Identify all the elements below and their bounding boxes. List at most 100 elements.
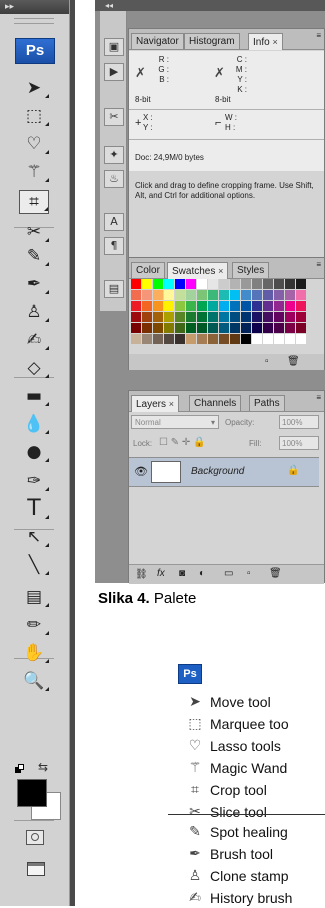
paragraph-panel-icon[interactable]: ¶: [104, 237, 124, 255]
toolbox-collapse-icon[interactable]: ▸▸: [0, 0, 69, 14]
color-swatch[interactable]: [285, 323, 295, 333]
color-swatch[interactable]: [186, 334, 196, 344]
color-swatch[interactable]: [208, 279, 218, 289]
color-swatch[interactable]: [197, 301, 207, 311]
trash-icon[interactable]: 🗑: [269, 568, 282, 579]
tab-color[interactable]: Color: [131, 262, 165, 278]
clone-source-icon[interactable]: ♨: [104, 170, 124, 188]
quick-mask-icon[interactable]: [26, 830, 44, 845]
color-swatch[interactable]: [175, 312, 185, 322]
tab-histogram[interactable]: Histogram: [184, 33, 240, 49]
color-swatch[interactable]: [142, 290, 152, 300]
color-swatch[interactable]: [230, 323, 240, 333]
adjustment-layer-icon[interactable]: ◐: [199, 568, 205, 579]
color-swatch[interactable]: [296, 323, 306, 333]
color-swatch[interactable]: [153, 301, 163, 311]
eye-icon[interactable]: 👁: [134, 465, 148, 478]
color-swatch[interactable]: [252, 301, 262, 311]
color-swatch[interactable]: [164, 279, 174, 289]
color-swatch[interactable]: [175, 301, 185, 311]
history-brush-icon[interactable]: ✍: [19, 328, 49, 352]
panels-dock-header[interactable]: ◂◂: [95, 0, 325, 11]
color-swatch[interactable]: [285, 279, 295, 289]
color-swatch[interactable]: [296, 334, 306, 344]
blend-mode-select[interactable]: Normal ▾: [131, 415, 219, 429]
character-panel-icon[interactable]: A: [104, 213, 124, 231]
foreground-color-swatch[interactable]: [17, 779, 47, 807]
color-swatch[interactable]: [186, 323, 196, 333]
color-swatch[interactable]: [219, 279, 229, 289]
panel-menu-icon[interactable]: ≡: [316, 393, 321, 402]
type-tool-icon[interactable]: T: [19, 497, 49, 521]
tab-navigator[interactable]: Navigator: [131, 33, 184, 49]
close-icon[interactable]: ×: [169, 399, 174, 409]
dodge-tool-icon[interactable]: ●: [19, 440, 49, 464]
swap-colors-icon[interactable]: ⇆: [38, 760, 48, 774]
color-swatch[interactable]: [263, 301, 273, 311]
tab-info[interactable]: Info ×: [248, 33, 283, 50]
brushes-panel-icon[interactable]: ✦: [104, 146, 124, 164]
tab-swatches[interactable]: Swatches ×: [167, 262, 229, 279]
color-swatch[interactable]: [263, 312, 273, 322]
color-swatch[interactable]: [230, 279, 240, 289]
color-swatch[interactable]: [142, 312, 152, 322]
magic-wand-icon[interactable]: ⚚: [19, 160, 49, 184]
color-swatch[interactable]: [285, 334, 295, 344]
layer-style-icon[interactable]: fx: [157, 568, 165, 579]
color-swatch[interactable]: [252, 290, 262, 300]
color-swatch[interactable]: [219, 334, 229, 344]
color-swatch[interactable]: [197, 279, 207, 289]
color-swatch[interactable]: [296, 290, 306, 300]
brush-tool-icon[interactable]: ✒: [19, 272, 49, 296]
slice-tool-icon[interactable]: ✂: [19, 220, 49, 244]
screen-mode-icon[interactable]: [27, 862, 45, 876]
color-swatch[interactable]: [241, 323, 251, 333]
color-swatch[interactable]: [153, 323, 163, 333]
color-swatch[interactable]: [296, 279, 306, 289]
tab-layers[interactable]: Layers ×: [131, 395, 180, 412]
color-swatch[interactable]: [219, 301, 229, 311]
fill-field[interactable]: 100%: [279, 436, 319, 450]
color-swatch[interactable]: [230, 301, 240, 311]
history-panel-icon[interactable]: ▶: [104, 63, 124, 81]
color-swatch[interactable]: [142, 301, 152, 311]
default-colors-icon[interactable]: [15, 764, 25, 774]
color-swatch[interactable]: [230, 290, 240, 300]
color-swatch[interactable]: [241, 279, 251, 289]
color-swatch[interactable]: [197, 312, 207, 322]
color-swatch[interactable]: [296, 312, 306, 322]
color-swatch[interactable]: [274, 279, 284, 289]
color-swatch[interactable]: [153, 334, 163, 344]
color-swatch[interactable]: [274, 334, 284, 344]
tab-channels[interactable]: Channels: [189, 395, 242, 411]
color-swatch[interactable]: [230, 334, 240, 344]
color-swatch[interactable]: [208, 301, 218, 311]
color-swatch[interactable]: [274, 301, 284, 311]
trash-icon[interactable]: 🗑: [287, 356, 300, 367]
color-swatch[interactable]: [219, 323, 229, 333]
color-swatch[interactable]: [175, 323, 185, 333]
color-swatch[interactable]: [186, 312, 196, 322]
eyedropper-tool-icon[interactable]: ✏: [19, 613, 49, 637]
color-swatch[interactable]: [241, 334, 251, 344]
color-swatch[interactable]: [131, 334, 141, 344]
color-swatch[interactable]: [274, 323, 284, 333]
crop-tool-icon[interactable]: ⌗: [19, 190, 49, 214]
color-swatch[interactable]: [186, 279, 196, 289]
line-tool-icon[interactable]: ╲: [19, 553, 49, 577]
notes-tool-icon[interactable]: ▤: [19, 585, 49, 609]
color-swatch[interactable]: [252, 279, 262, 289]
color-swatch[interactable]: [219, 312, 229, 322]
lasso-tool-icon[interactable]: ♡: [19, 132, 49, 156]
color-swatch[interactable]: [219, 290, 229, 300]
zoom-tool-icon[interactable]: 🔍: [19, 669, 49, 693]
color-swatch[interactable]: [142, 279, 152, 289]
color-swatch[interactable]: [131, 323, 141, 333]
gradient-tool-icon[interactable]: ▬: [19, 384, 49, 408]
color-swatch[interactable]: [164, 312, 174, 322]
color-swatch[interactable]: [153, 290, 163, 300]
color-swatch[interactable]: [208, 323, 218, 333]
color-swatch[interactable]: [285, 290, 295, 300]
color-swatch[interactable]: [175, 279, 185, 289]
color-swatch[interactable]: [197, 290, 207, 300]
